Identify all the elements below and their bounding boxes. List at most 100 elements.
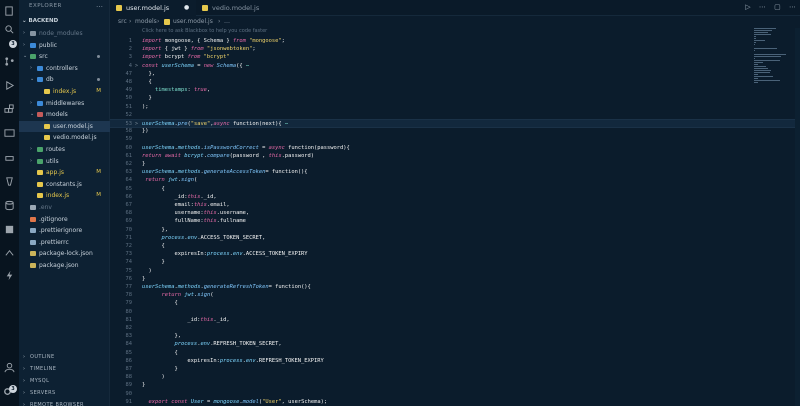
workspace-root-label: BACKEND xyxy=(28,18,59,24)
run-icon[interactable]: ▷ xyxy=(745,3,750,11)
split-editor-icon[interactable]: ▢ xyxy=(774,3,781,11)
thunder-client-icon[interactable] xyxy=(4,270,15,281)
chevron-right-icon[interactable]: › xyxy=(30,63,32,74)
tree-item[interactable]: vedio.model.js xyxy=(19,132,110,143)
explorer-icon[interactable] xyxy=(4,6,15,17)
database-icon[interactable] xyxy=(4,200,15,211)
tree-item[interactable]: › utils xyxy=(19,156,110,167)
tree-item[interactable]: package-lock.json xyxy=(19,248,110,259)
tab-user-model[interactable]: user.model.js ● xyxy=(110,0,196,16)
panel-timeline[interactable]: › TIMELINE xyxy=(19,364,110,375)
line-number: 91 xyxy=(125,398,133,405)
tree-item-label: constants.js xyxy=(46,180,82,188)
tab-vedio-model[interactable]: vedio.model.js xyxy=(196,0,276,16)
tree-item-label: app.js xyxy=(46,169,64,177)
extensions-icon[interactable] xyxy=(4,104,15,115)
breadcrumb-src[interactable]: src xyxy=(118,16,127,28)
chevron-right-icon: › xyxy=(23,354,26,360)
minimap[interactable] xyxy=(754,28,794,88)
changes-dot-icon xyxy=(97,78,100,82)
remote-explorer-icon[interactable] xyxy=(4,128,15,139)
minimap-line xyxy=(754,58,755,59)
js-file-icon xyxy=(202,5,208,11)
code-text: export const User = mongoose.model("User… xyxy=(142,398,328,405)
editor-scrollbar[interactable] xyxy=(795,28,800,406)
tree-item[interactable]: › middlewares xyxy=(19,98,110,109)
tree-item[interactable]: user.model.js xyxy=(19,120,110,132)
tree-item[interactable]: index.js M xyxy=(19,190,110,201)
minimap-line xyxy=(754,40,765,41)
tree-item-label: .prettierrc xyxy=(39,238,69,246)
minimap-line xyxy=(754,28,776,29)
tree-item-label: node_modules xyxy=(39,30,83,37)
source-control-icon[interactable] xyxy=(4,56,15,67)
minimap-line xyxy=(754,32,768,33)
explorer-sidebar: EXPLORER … ⌄ BACKEND › node_modules › publi… xyxy=(19,0,110,406)
tree-item[interactable]: › controllers xyxy=(19,63,110,74)
minimap-line xyxy=(754,42,756,43)
chevron-down-icon[interactable]: ⌄ xyxy=(30,109,34,120)
search-icon[interactable] xyxy=(4,24,15,35)
live-share-icon[interactable] xyxy=(4,248,15,259)
tree-item[interactable]: ⌄ models xyxy=(19,109,110,120)
prettier-file-icon xyxy=(30,239,36,245)
minimap-line xyxy=(754,48,777,49)
folder-icon xyxy=(37,147,43,152)
tree-item-label: public xyxy=(39,41,58,49)
code-editor[interactable]: Click here to ask Blackbox to help you c… xyxy=(110,28,800,406)
chevron-right-icon[interactable]: › xyxy=(23,40,25,51)
tree-item[interactable]: .prettierignore xyxy=(19,225,110,236)
js-file-icon xyxy=(37,193,43,199)
tree-item[interactable]: package.json xyxy=(19,260,110,271)
breadcrumb-symbol[interactable]: … xyxy=(224,16,230,28)
chevron-right-icon[interactable]: › xyxy=(30,98,32,109)
panel-servers[interactable]: › SERVERS xyxy=(19,388,110,399)
explorer-menu-icon[interactable]: … xyxy=(96,1,103,9)
chevron-right-icon[interactable]: › xyxy=(23,28,25,39)
tree-item[interactable]: ⌄ src xyxy=(19,51,110,62)
account-icon[interactable] xyxy=(4,362,15,373)
panel-outline[interactable]: › OUTLINE xyxy=(19,352,110,363)
chevron-down-icon[interactable]: ⌄ xyxy=(30,74,34,85)
ai-hint[interactable]: Click here to ask Blackbox to help you c… xyxy=(142,28,267,34)
tree-item[interactable]: › public xyxy=(19,40,110,51)
breadcrumb-file[interactable]: user.model.js xyxy=(173,16,213,28)
panel-mysql[interactable]: › MYSQL xyxy=(19,376,110,387)
tree-item[interactable]: constants.js xyxy=(19,179,110,190)
tree-item[interactable]: ⌄ db xyxy=(19,74,110,85)
overflow-icon[interactable]: ⋯ xyxy=(789,3,796,11)
chevron-right-icon[interactable]: › xyxy=(30,156,32,167)
minimap-line xyxy=(754,30,772,31)
unsaved-dot-icon[interactable]: ● xyxy=(184,0,189,16)
workspace-root[interactable]: ⌄ BACKEND xyxy=(22,18,58,24)
tree-item[interactable]: › node_modules xyxy=(19,28,110,39)
tree-item[interactable]: .prettierrc xyxy=(19,237,110,248)
js-file-icon xyxy=(116,5,122,11)
minimap-line xyxy=(754,62,763,63)
chevron-down-icon[interactable]: ⌄ xyxy=(23,51,27,62)
tree-item[interactable]: › routes xyxy=(19,144,110,155)
panel-label: OUTLINE xyxy=(30,354,55,360)
panel-label: REMOTE BROWSER xyxy=(30,402,84,406)
panel-label: TIMELINE xyxy=(30,366,57,372)
docker-icon[interactable] xyxy=(4,152,15,163)
breadcrumb-models[interactable]: models xyxy=(135,16,157,28)
chevron-right-icon[interactable]: › xyxy=(30,144,32,155)
more-icon[interactable]: ⋯ xyxy=(759,3,766,11)
tree-item[interactable]: .env xyxy=(19,202,110,213)
tree-item[interactable]: index.js M xyxy=(19,86,110,97)
prettier-file-icon xyxy=(30,228,36,234)
modified-badge: M xyxy=(96,169,101,176)
code-line[interactable]: 91 export const User = mongoose.model("U… xyxy=(110,398,800,406)
chevron-right-icon: › xyxy=(23,390,26,396)
breadcrumb: src › models › user.model.js › … xyxy=(110,16,800,28)
run-debug-icon[interactable] xyxy=(4,80,15,91)
blackbox-icon[interactable] xyxy=(4,224,15,235)
tree-item[interactable]: app.js M xyxy=(19,167,110,178)
gear-icon[interactable] xyxy=(2,386,13,397)
testing-icon[interactable] xyxy=(4,176,15,187)
tree-item-label: vedio.model.js xyxy=(53,134,97,142)
minimap-line xyxy=(754,50,755,51)
tree-item[interactable]: .gitignore xyxy=(19,214,110,225)
panel-remote-browser[interactable]: › REMOTE BROWSER xyxy=(19,400,110,406)
